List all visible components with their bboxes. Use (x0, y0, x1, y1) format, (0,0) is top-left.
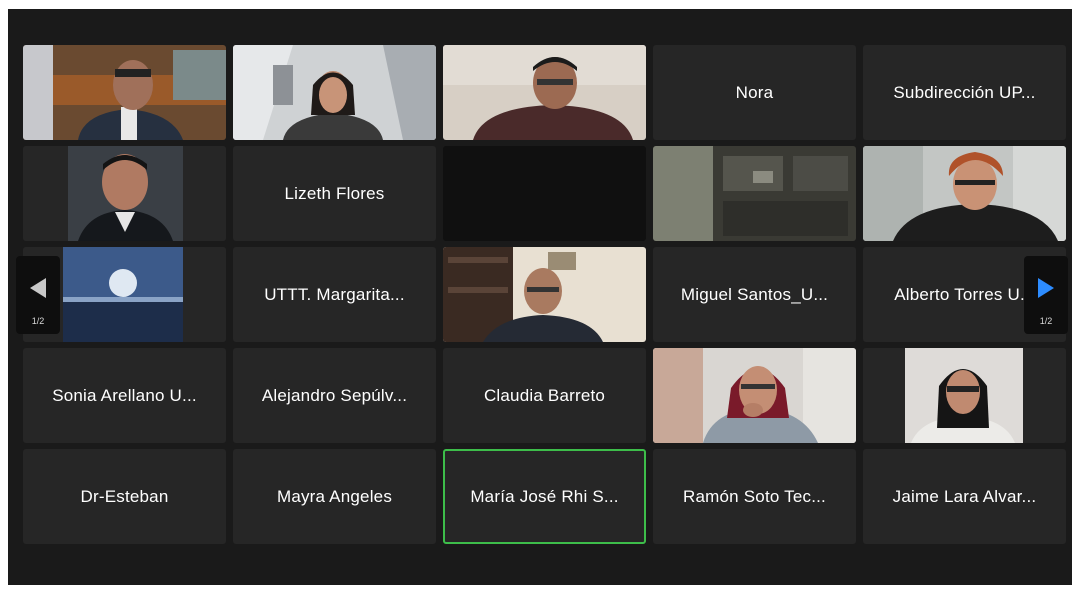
participant-name: Claudia Barreto (483, 385, 606, 405)
participant-tile-video[interactable] (653, 348, 856, 443)
participant-video (233, 45, 436, 140)
gallery-grid: Nora Subdirección UP... Lizeth Flores UT… (23, 45, 1066, 544)
participant-video (863, 348, 1066, 443)
participant-tile-video[interactable] (443, 45, 646, 140)
participant-tile-video[interactable] (863, 146, 1066, 241)
participant-tile-active-speaker[interactable]: María José Rhi S... (443, 449, 646, 544)
participant-name: Mayra Angeles (276, 486, 393, 506)
participant-name: UTTT. Margarita... (264, 284, 405, 304)
participant-tile[interactable]: Miguel Santos_U... (653, 247, 856, 342)
participant-video (863, 146, 1066, 241)
participant-name: Jaime Lara Alvar... (892, 486, 1037, 506)
participant-tile-video[interactable] (233, 45, 436, 140)
participant-video (23, 45, 226, 140)
page-indicator: 1/2 (1039, 316, 1053, 326)
participant-name: Ramón Soto Tec... (683, 486, 826, 506)
next-page-button[interactable]: 1/2 (1024, 256, 1068, 334)
participant-tile[interactable]: Dr-Esteban (23, 449, 226, 544)
participant-name: Alejandro Sepúlv... (261, 385, 408, 405)
prev-page-button[interactable]: 1/2 (16, 256, 60, 334)
page-indicator: 1/2 (31, 316, 45, 326)
participant-tile[interactable]: Mayra Angeles (233, 449, 436, 544)
participant-name: Alberto Torres U... (894, 284, 1035, 304)
arrow-right-icon (1038, 278, 1054, 298)
participant-tile[interactable]: Lizeth Flores (233, 146, 436, 241)
participant-name: Miguel Santos_U... (680, 284, 829, 304)
arrow-left-icon (30, 278, 46, 298)
participant-tile[interactable]: Jaime Lara Alvar... (863, 449, 1066, 544)
participant-name: Dr-Esteban (80, 486, 169, 506)
participant-tile[interactable]: Claudia Barreto (443, 348, 646, 443)
participant-tile[interactable]: Ramón Soto Tec... (653, 449, 856, 544)
participant-video (653, 146, 856, 241)
participant-tile-video[interactable] (443, 247, 646, 342)
participant-tile-blank[interactable] (443, 146, 646, 241)
participant-tile[interactable]: Sonia Arellano U... (23, 348, 226, 443)
participant-tile-video[interactable] (863, 348, 1066, 443)
meeting-window: Nora Subdirección UP... Lizeth Flores UT… (8, 9, 1072, 585)
participant-tile[interactable]: Alejandro Sepúlv... (233, 348, 436, 443)
participant-video (443, 247, 646, 342)
participant-tile[interactable]: UTTT. Margarita... (233, 247, 436, 342)
participant-name: Lizeth Flores (284, 183, 385, 203)
participant-name: María José Rhi S... (470, 486, 619, 506)
participant-tile-video[interactable] (23, 45, 226, 140)
participant-name: Nora (735, 82, 774, 102)
participant-name: Sonia Arellano U... (52, 385, 197, 405)
participant-tile-video[interactable] (23, 146, 226, 241)
participant-video (443, 45, 646, 140)
participant-video (23, 146, 226, 241)
participant-tile-video[interactable] (653, 146, 856, 241)
participant-tile[interactable]: Subdirección UP... (863, 45, 1066, 140)
participant-video (653, 348, 856, 443)
participant-name: Subdirección UP... (893, 82, 1036, 102)
participant-tile[interactable]: Nora (653, 45, 856, 140)
